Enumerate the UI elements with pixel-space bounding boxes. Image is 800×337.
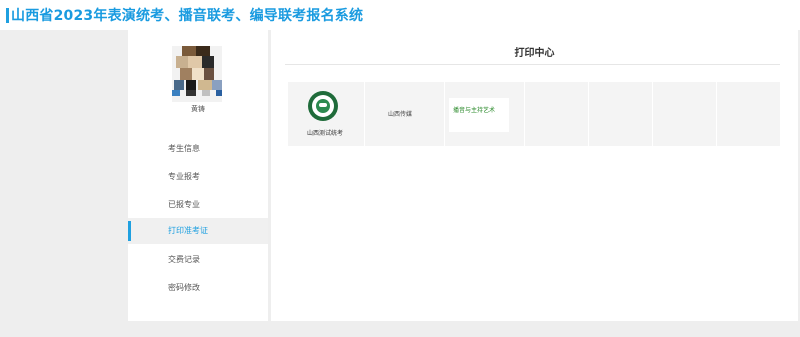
sidebar-item-label: 打印准考证 [168, 226, 208, 235]
main-panel [271, 30, 798, 321]
major-name: 播音与主持艺术 [453, 107, 496, 114]
school-logo-icon [308, 91, 338, 121]
entry-cell-empty [716, 82, 781, 146]
page-title: 打印中心 [514, 48, 555, 59]
sidebar-item-payment-records[interactable]: 交费记录 [128, 247, 268, 273]
school-label: 山西测试统考 [306, 130, 343, 137]
sidebar-item-label: 考生信息 [168, 144, 200, 153]
sidebar-item-applied-majors[interactable]: 已报专业 [128, 192, 268, 218]
sidebar-item-label: 已报专业 [168, 200, 200, 209]
sidebar-item-change-password[interactable]: 密码修改 [128, 275, 268, 301]
sidebar-item-label: 交费记录 [168, 255, 200, 264]
title-divider [285, 64, 780, 65]
sidebar-item-label: 密码修改 [168, 283, 200, 292]
avatar [172, 46, 222, 102]
entry-cell-empty [588, 82, 653, 146]
org-name: 山西传媒 [387, 111, 412, 118]
username: 黄铸 [191, 105, 205, 113]
sidebar-item-student-info[interactable]: 考生信息 [128, 136, 268, 162]
sidebar-item-label: 专业报考 [168, 172, 200, 181]
entry-cell-empty [652, 82, 717, 146]
sidebar-item-apply-major[interactable]: 专业报考 [128, 164, 268, 190]
sidebar-item-print-ticket[interactable]: 打印准考证 [128, 218, 268, 244]
app-title: 山西省2023年表演统考、播音联考、编导联考报名系统 [11, 8, 364, 24]
major-box [449, 98, 509, 132]
app-header: 山西省2023年表演统考、播音联考、编导联考报名系统 [0, 0, 800, 30]
header-accent-bar [6, 8, 9, 23]
entry-cell-empty [524, 82, 589, 146]
